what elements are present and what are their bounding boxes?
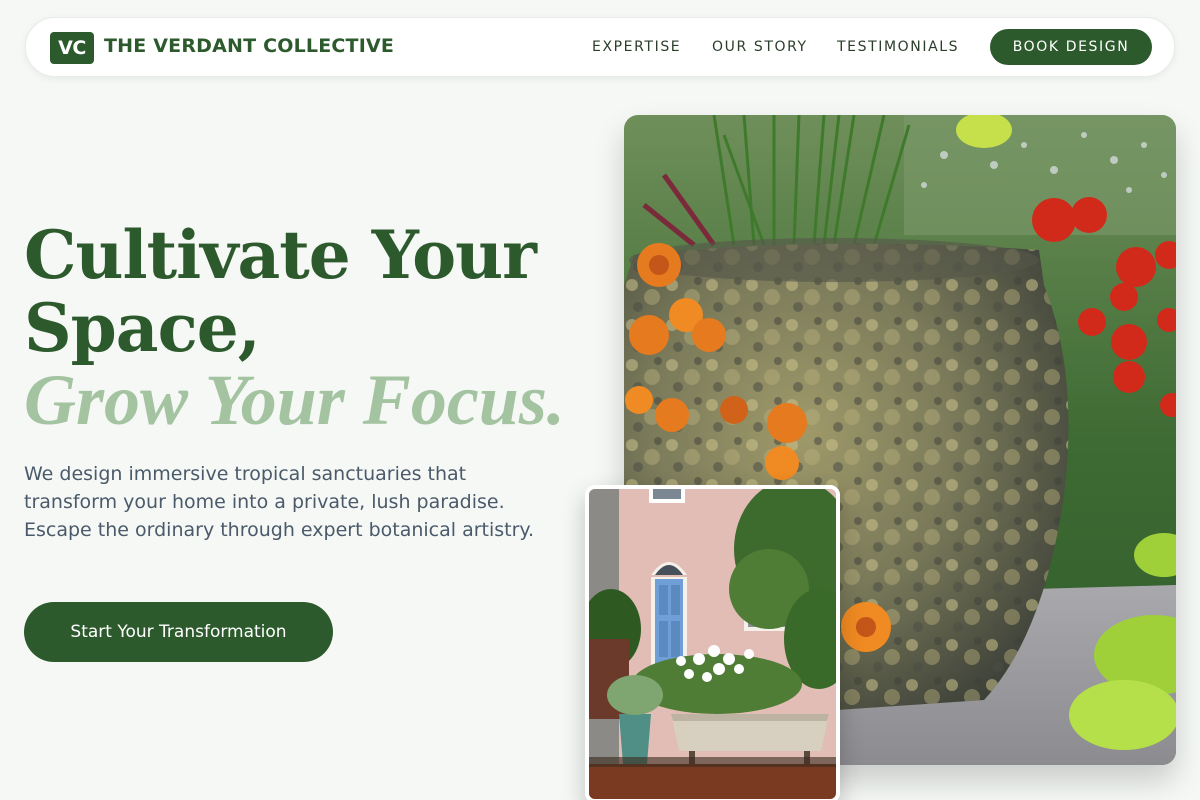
nav-link-testimonials[interactable]: TESTIMONIALS [837, 39, 959, 55]
bathtub-garden-photo [585, 485, 840, 800]
book-design-button[interactable]: BOOK DESIGN [990, 29, 1152, 65]
headline-line-2: Space, [24, 289, 261, 367]
hero-description: We design immersive tropical sanctuaries… [24, 463, 534, 541]
brand-logo[interactable]: VC [50, 32, 94, 64]
nav-link-expertise[interactable]: EXPERTISE [592, 39, 681, 55]
headline-accent: Grow Your Focus. [24, 360, 565, 440]
start-transformation-button[interactable]: Start Your Transformation [24, 602, 333, 662]
top-navbar: VC THE VERDANT COLLECTIVE EXPERTISE OUR … [25, 17, 1175, 77]
brand-name[interactable]: THE VERDANT COLLECTIVE [104, 35, 394, 57]
headline-line-1: Cultivate Your [24, 216, 537, 294]
nav-link-our-story[interactable]: OUR STORY [712, 39, 808, 55]
